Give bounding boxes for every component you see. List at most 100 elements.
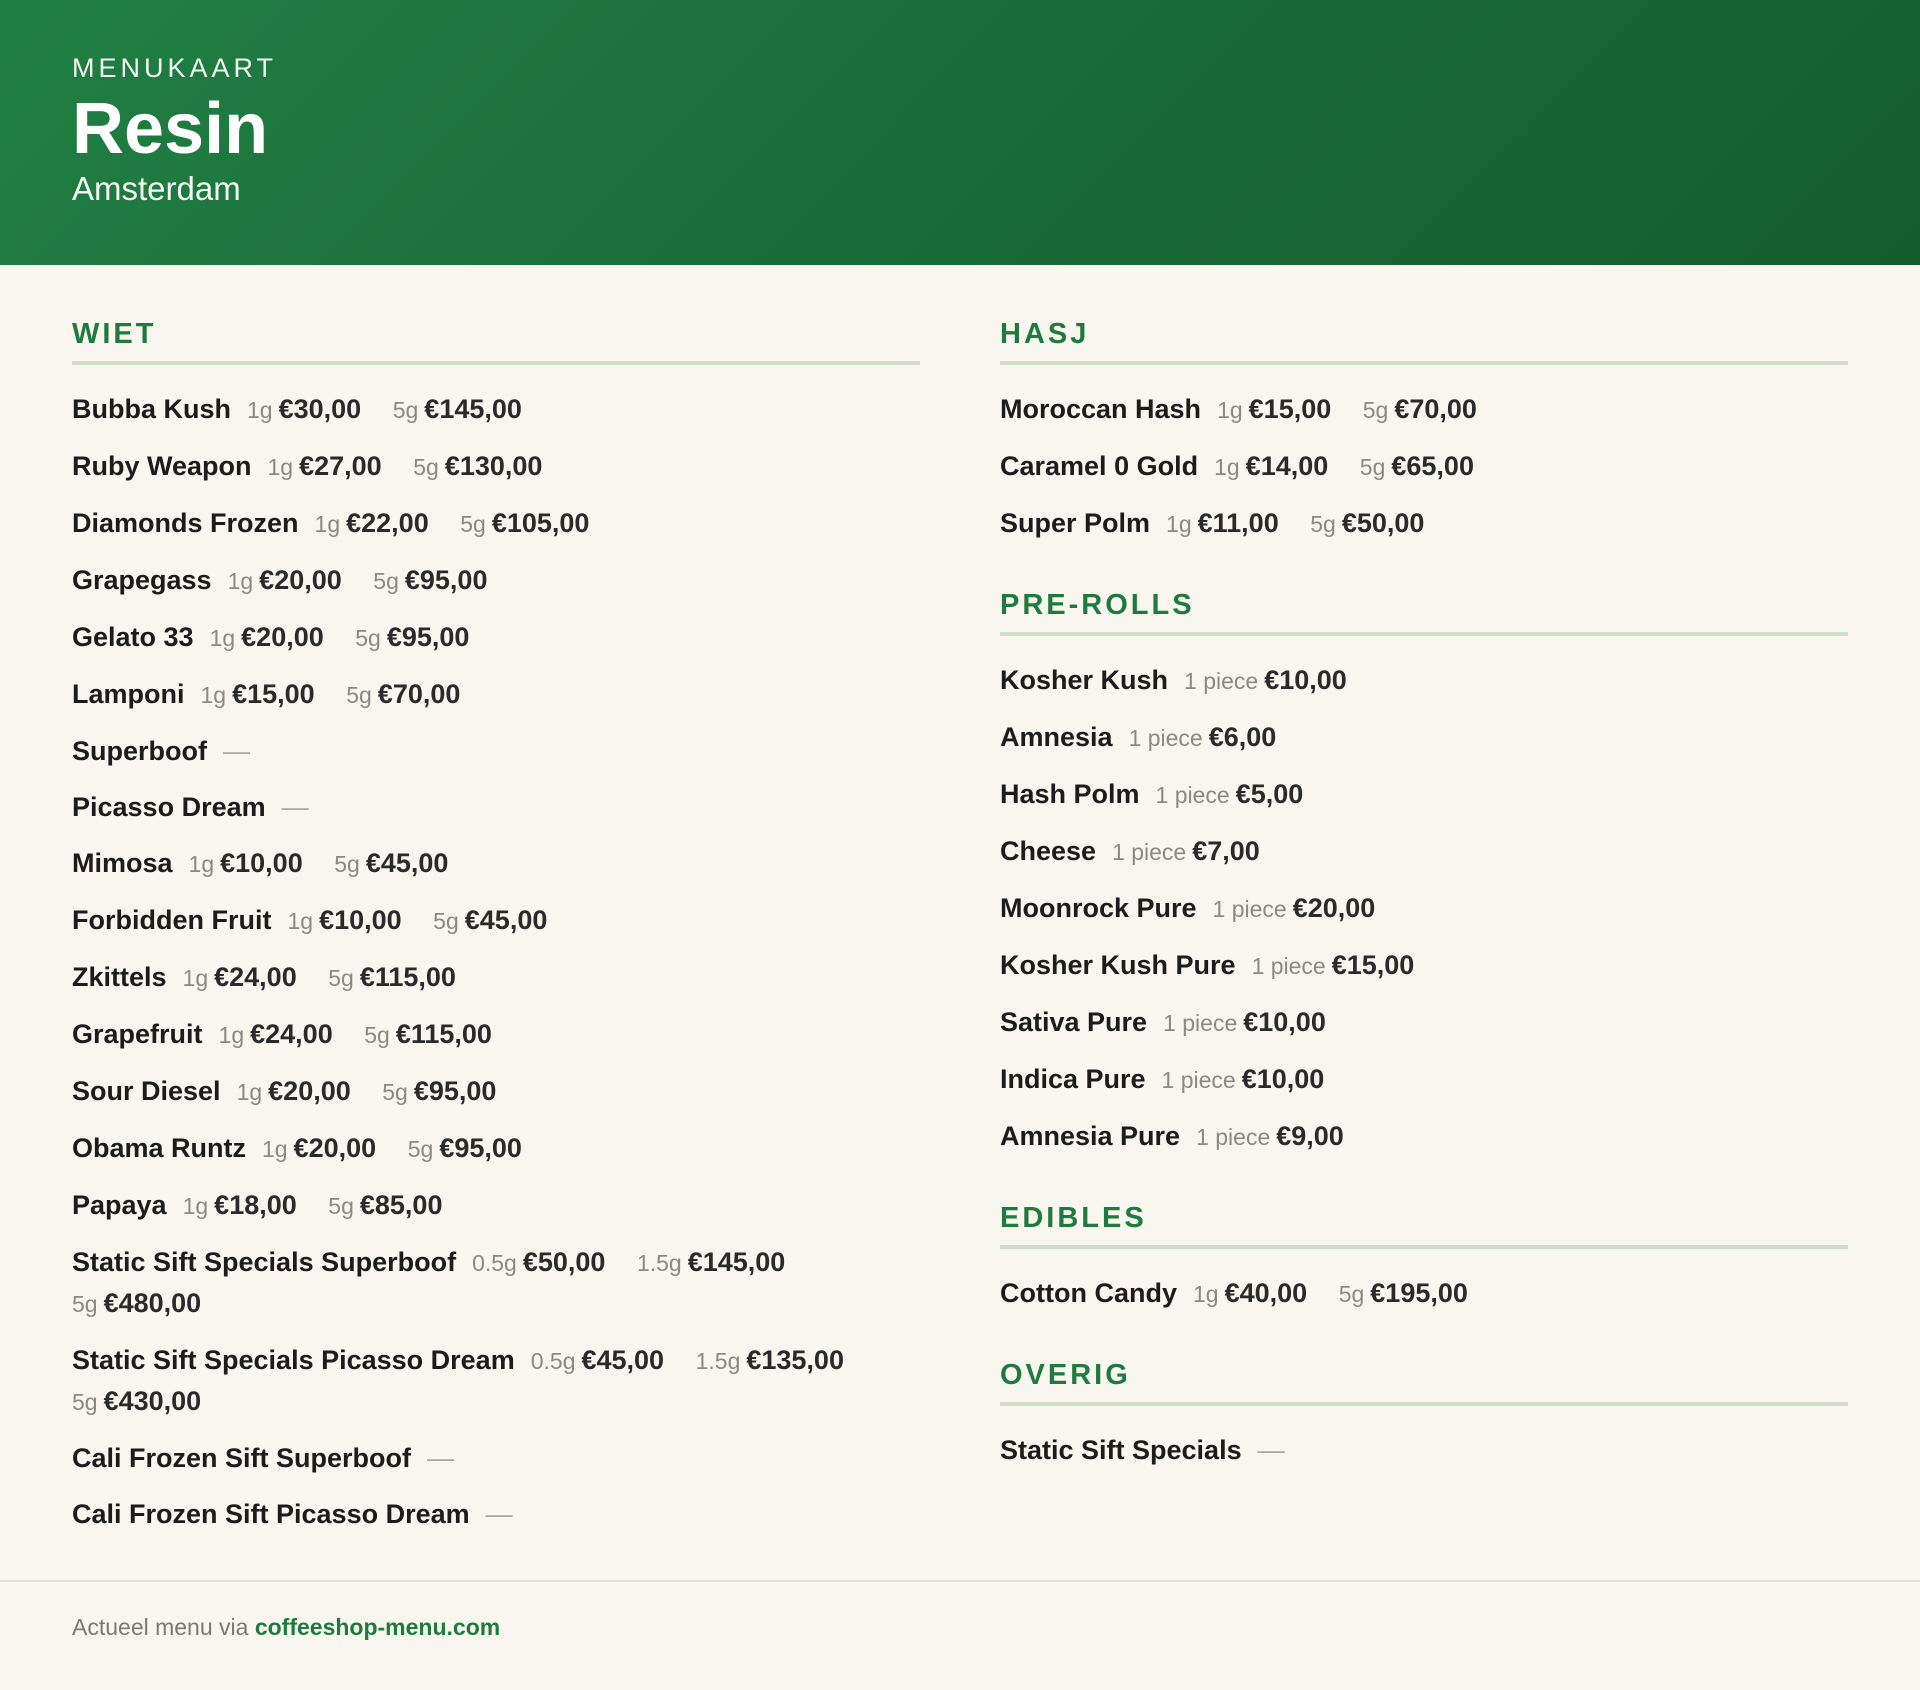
price-amount: €145,00 — [687, 1247, 786, 1277]
price-amount: €115,00 — [359, 962, 456, 992]
menu-item: Static Sift Specials Superboof 0.5g €50,00… — [72, 1242, 920, 1324]
price-option: 0.5g €45,00 — [531, 1345, 664, 1375]
item-name: Sativa Pure — [1000, 1007, 1148, 1037]
menu-item: Kosher Kush 1 piece €10,00 — [1000, 660, 1848, 701]
menu-item: Static Sift Specials — — [1000, 1430, 1848, 1470]
price-amount: €70,00 — [377, 679, 461, 709]
price-unit: 1g — [287, 908, 314, 934]
price-amount: €18,00 — [214, 1190, 297, 1220]
price-unit: 5g — [346, 682, 372, 708]
menu-section-overig: OVERIG Static Sift Specials — — [1000, 1358, 1848, 1470]
price-amount: €10,00 — [220, 848, 303, 878]
price-unit: 5g — [392, 397, 419, 423]
price-option: 1 piece €5,00 — [1156, 779, 1304, 809]
price-option: 1g €24,00 — [183, 962, 297, 992]
item-name: Sour Diesel — [72, 1076, 221, 1106]
price-option: 1.5g €135,00 — [696, 1345, 844, 1375]
no-price-dash: — — [223, 736, 250, 766]
price-option: 1.5g €145,00 — [637, 1247, 785, 1277]
item-name: Grapegass — [72, 565, 212, 595]
menu-item: Cali Frozen Sift Superboof — — [72, 1438, 920, 1478]
item-name: Grapefruit — [72, 1019, 203, 1049]
menu-item: Amnesia Pure 1 piece €9,00 — [1000, 1116, 1848, 1157]
price-amount: €10,00 — [319, 905, 402, 935]
price-amount: €10,00 — [1241, 1064, 1325, 1094]
price-option: 5g €95,00 — [408, 1133, 522, 1163]
price-option: 1g €20,00 — [210, 622, 324, 652]
price-amount: €24,00 — [214, 962, 297, 992]
price-amount: €22,00 — [346, 508, 429, 538]
menu-item: Cotton Candy 1g €40,00 5g €195,00 — [1000, 1273, 1848, 1314]
price-unit: 1g — [1166, 511, 1192, 537]
price-option: 1g €11,00 — [1166, 508, 1279, 538]
item-name: Moroccan Hash — [1000, 394, 1202, 424]
price-amount: €10,00 — [1264, 665, 1347, 695]
item-name: Lamponi — [72, 679, 185, 709]
price-amount: €30,00 — [278, 394, 362, 424]
price-amount: €11,00 — [1197, 508, 1279, 538]
price-option: 1 piece €10,00 — [1162, 1064, 1325, 1094]
item-name: Gelato 33 — [72, 622, 194, 652]
price-amount: €20,00 — [1292, 893, 1376, 923]
item-name: Moonrock Pure — [1000, 893, 1197, 923]
menu-item: Superboof — — [72, 731, 920, 771]
menu-item: Forbidden Fruit 1g €10,00 5g €45,00 — [72, 900, 920, 941]
item-name: Bubba Kush — [72, 394, 231, 424]
price-option: 5g €45,00 — [433, 905, 547, 935]
menu-item: Zkittels 1g €24,00 5g €115,00 — [72, 957, 920, 998]
item-name: Static Sift Specials Superboof — [72, 1247, 457, 1277]
price-amount: €130,00 — [444, 451, 543, 481]
item-name: Superboof — [72, 736, 207, 766]
price-option: 1 piece €7,00 — [1112, 836, 1260, 866]
menu-item: Ruby Weapon 1g €27,00 5g €130,00 — [72, 446, 920, 487]
price-amount: €14,00 — [1245, 451, 1329, 481]
price-option: 1g €10,00 — [189, 848, 303, 878]
menu-item: Super Polm 1g €11,00 5g €50,00 — [1000, 503, 1848, 544]
price-unit: 1 piece — [1128, 725, 1203, 751]
price-unit: 5g — [328, 965, 354, 991]
price-amount: €7,00 — [1192, 836, 1260, 866]
menu-item: Diamonds Frozen 1g €22,00 5g €105,00 — [72, 503, 920, 544]
price-amount: €95,00 — [439, 1133, 522, 1163]
price-amount: €20,00 — [259, 565, 342, 595]
menu-item: Obama Runtz 1g €20,00 5g €95,00 — [72, 1128, 920, 1169]
price-unit: 1.5g — [695, 1348, 741, 1374]
price-amount: €95,00 — [413, 1076, 497, 1106]
price-amount: €6,00 — [1208, 722, 1277, 752]
price-unit: 5g — [373, 568, 399, 594]
price-amount: €45,00 — [365, 848, 449, 878]
price-amount: €50,00 — [522, 1247, 606, 1277]
footer-text: Actueel menu via — [72, 1614, 255, 1640]
item-name: Picasso Dream — [72, 792, 266, 822]
price-amount: €20,00 — [268, 1076, 351, 1106]
price-amount: €50,00 — [1341, 508, 1425, 538]
price-unit: 1 piece — [1155, 782, 1230, 808]
price-option: 0.5g €50,00 — [472, 1247, 605, 1277]
price-option: 5g €95,00 — [373, 565, 487, 595]
item-name: Zkittels — [72, 962, 167, 992]
no-price-dash: — — [427, 1443, 455, 1473]
price-unit: 1 piece — [1112, 839, 1187, 865]
price-option: 5g €115,00 — [328, 962, 456, 992]
price-unit: 5g — [355, 625, 381, 651]
price-unit: 5g — [382, 1079, 408, 1105]
menu-item: Moroccan Hash 1g €15,00 5g €70,00 — [1000, 389, 1848, 430]
item-name: Indica Pure — [1000, 1064, 1146, 1094]
menu-item: Caramel 0 Gold 1g €14,00 5g €65,00 — [1000, 446, 1848, 487]
price-option: 1 piece €9,00 — [1196, 1121, 1344, 1151]
price-amount: €20,00 — [241, 622, 324, 652]
footer-link[interactable]: coffeeshop-menu.com — [255, 1614, 500, 1640]
price-option: 5g €95,00 — [382, 1076, 496, 1106]
price-amount: €15,00 — [1331, 950, 1415, 980]
price-unit: 1 piece — [1184, 668, 1259, 694]
item-name: Cali Frozen Sift Superboof — [72, 1443, 412, 1473]
price-unit: 5g — [413, 454, 439, 480]
price-amount: €27,00 — [299, 451, 382, 481]
menu-item: Gelato 33 1g €20,00 5g €95,00 — [72, 617, 920, 658]
item-name: Cotton Candy — [1000, 1278, 1177, 1308]
price-option: 1g €20,00 — [237, 1076, 351, 1106]
price-unit: 5g — [433, 908, 459, 934]
price-amount: €70,00 — [1394, 394, 1477, 424]
menu-item: Grapefruit 1g €24,00 5g €115,00 — [72, 1014, 920, 1055]
menu-item: Static Sift Specials Picasso Dream 0.5g €4… — [72, 1340, 920, 1422]
